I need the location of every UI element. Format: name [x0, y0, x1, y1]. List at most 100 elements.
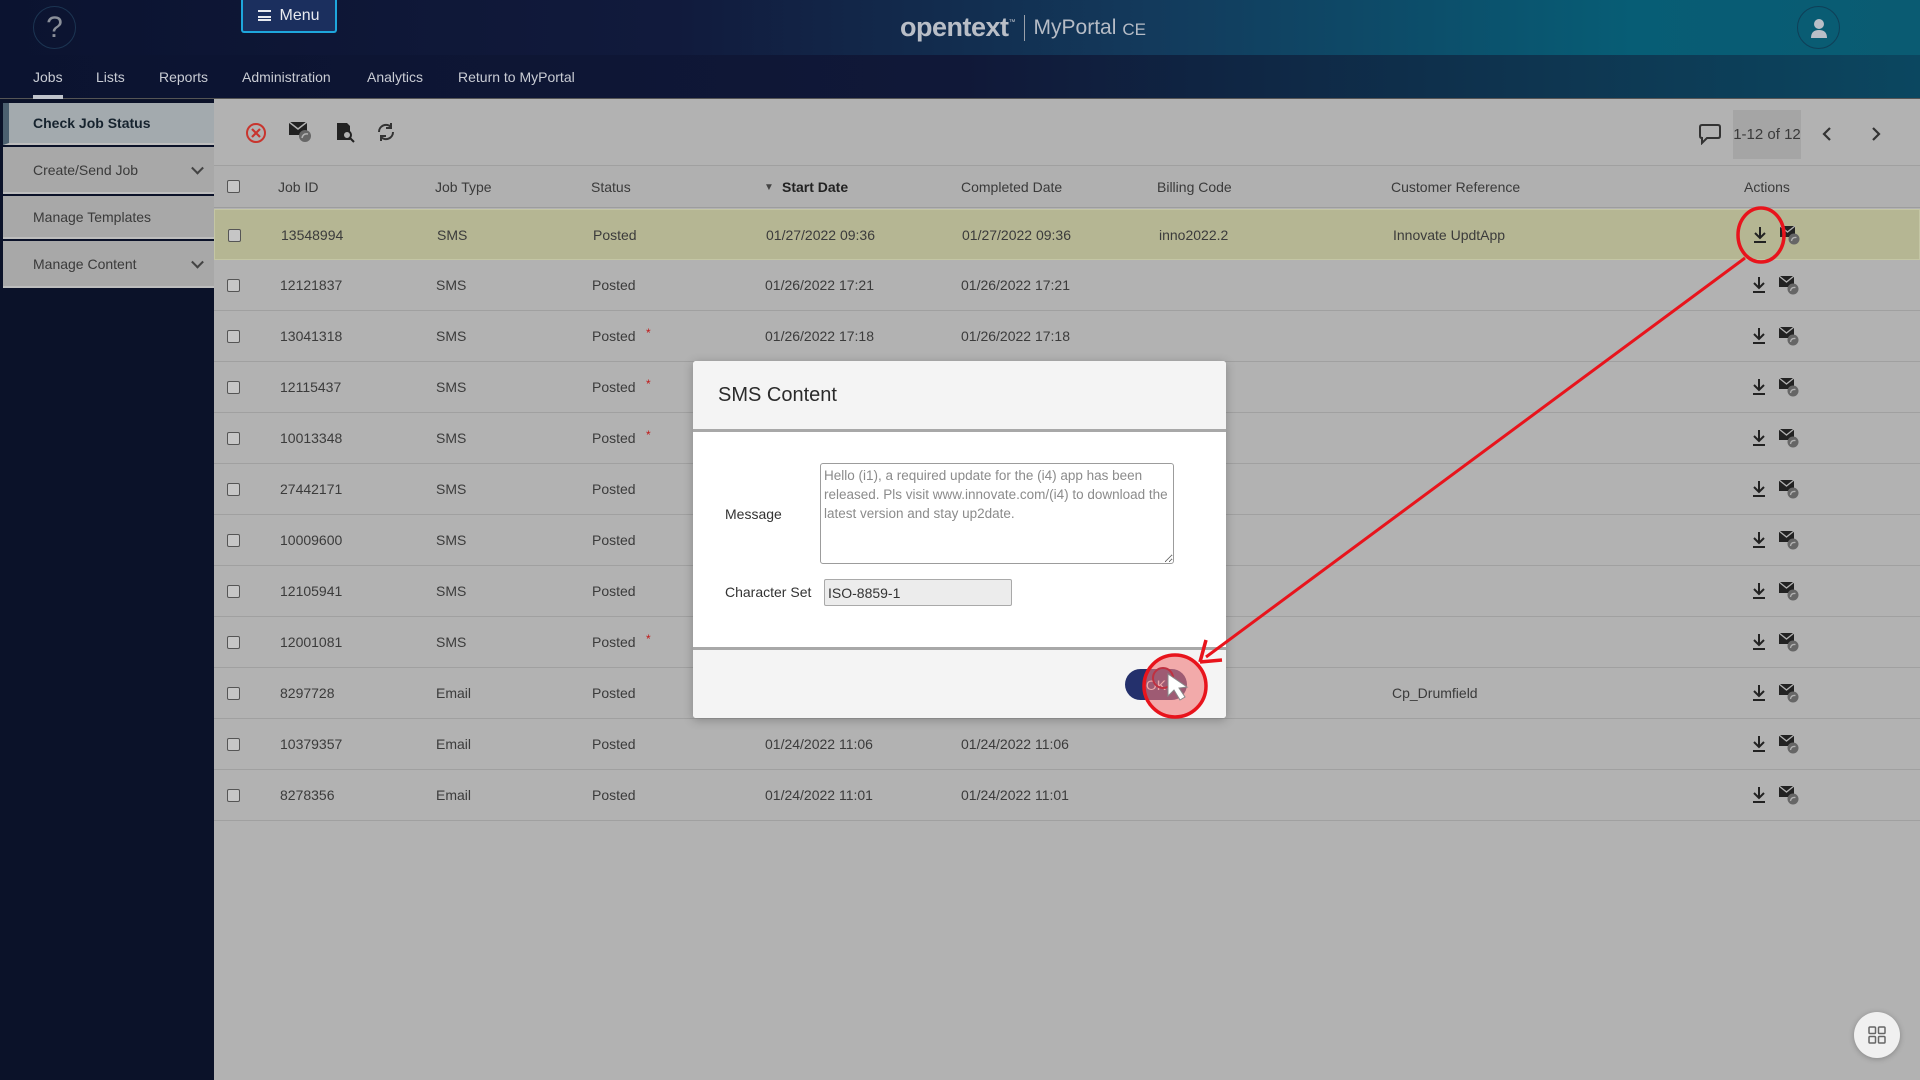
- sidebar-item-check-job-status[interactable]: Check Job Status: [3, 103, 214, 145]
- cell-status: Posted: [592, 277, 636, 293]
- row-checkbox[interactable]: [227, 687, 240, 700]
- table-row[interactable]: 12121837 SMS Posted 01/26/2022 17:21 01/26/2…: [214, 260, 1920, 311]
- nav-analytics[interactable]: Analytics: [367, 69, 423, 85]
- nav-jobs[interactable]: Jobs: [33, 69, 63, 85]
- column-header-status[interactable]: Status: [591, 179, 631, 195]
- comment-button[interactable]: [1697, 121, 1723, 147]
- download-icon: [1753, 532, 1765, 548]
- resend-message-button[interactable]: [1778, 579, 1800, 603]
- download-button[interactable]: [1748, 375, 1770, 399]
- table-row[interactable]: 8278356 Email Posted 01/24/2022 11:01 01/24/…: [214, 770, 1920, 821]
- download-button[interactable]: [1748, 528, 1770, 552]
- table-row[interactable]: 10379357 Email Posted 01/24/2022 11:06 01/24…: [214, 719, 1920, 770]
- resend-message-button[interactable]: [1778, 783, 1800, 807]
- resend-message-button[interactable]: [1778, 630, 1800, 654]
- chevron-down-icon: [191, 255, 204, 269]
- cell-job-type: Email: [436, 736, 472, 752]
- resend-message-button[interactable]: [1778, 375, 1800, 399]
- table-row[interactable]: 13548994 SMS Posted 01/27/2022 09:36 01/27/2…: [214, 209, 1920, 260]
- column-header-start-date[interactable]: Start Date: [782, 179, 848, 195]
- resend-message-button[interactable]: [1778, 528, 1800, 552]
- resend-email-icon: [288, 121, 311, 142]
- download-button[interactable]: [1748, 681, 1770, 705]
- download-button[interactable]: [1749, 223, 1771, 247]
- column-header-job-type[interactable]: Job Type: [435, 179, 492, 195]
- table-row[interactable]: 13041318 SMS Posted * 01/26/2022 17:18 01/26/…: [214, 311, 1920, 362]
- comment-icon: [1699, 124, 1721, 145]
- nav-reports[interactable]: Reports: [159, 69, 208, 85]
- preview-document-button[interactable]: [332, 119, 358, 145]
- nav-lists[interactable]: Lists: [96, 69, 125, 85]
- resend-message-button[interactable]: [1778, 324, 1800, 348]
- character-set-field[interactable]: [824, 579, 1012, 606]
- cell-status: Posted: [592, 481, 636, 497]
- sidebar-item-create-send-job[interactable]: Create/Send Job: [3, 147, 214, 194]
- row-checkbox[interactable]: [227, 279, 240, 292]
- download-icon: [1753, 481, 1765, 497]
- download-button[interactable]: [1748, 324, 1770, 348]
- menu-label: Menu: [279, 6, 320, 24]
- resend-message-button[interactable]: [1778, 273, 1800, 297]
- row-checkbox[interactable]: [227, 789, 240, 802]
- resend-message-button[interactable]: [1778, 732, 1800, 756]
- sidebar-item-manage-templates[interactable]: Manage Templates: [3, 196, 214, 239]
- menu-button[interactable]: Menu: [241, 0, 337, 33]
- row-checkbox[interactable]: [227, 483, 240, 496]
- resend-email-button[interactable]: [287, 118, 313, 144]
- ok-button[interactable]: OK: [1125, 669, 1187, 700]
- next-page-button[interactable]: [1865, 123, 1887, 145]
- download-button[interactable]: [1748, 426, 1770, 450]
- row-checkbox[interactable]: [227, 738, 240, 751]
- row-checkbox[interactable]: [227, 585, 240, 598]
- message-textarea[interactable]: Hello (i1), a required update for the (i…: [820, 463, 1174, 564]
- cell-status: Posted: [593, 227, 637, 243]
- sidebar-item-manage-content[interactable]: Manage Content: [3, 241, 214, 288]
- row-checkbox[interactable]: [228, 229, 241, 242]
- download-button[interactable]: [1748, 477, 1770, 501]
- previous-page-button[interactable]: [1816, 123, 1838, 145]
- column-header-actions: Actions: [1744, 179, 1790, 195]
- download-icon: [1753, 328, 1765, 344]
- apps-grid-button[interactable]: [1854, 1012, 1900, 1058]
- dialog-footer: OK: [693, 647, 1226, 718]
- cell-completed-date: 01/26/2022 17:21: [961, 277, 1070, 293]
- row-checkbox[interactable]: [227, 636, 240, 649]
- column-header-job-id[interactable]: Job ID: [278, 179, 318, 195]
- cell-job-type: SMS: [436, 430, 467, 446]
- cell-job-type: SMS: [437, 227, 468, 243]
- sidebar-item-label: Check Job Status: [33, 115, 151, 131]
- cell-start-date: 01/26/2022 17:18: [765, 328, 874, 344]
- refresh-icon: [377, 123, 395, 141]
- column-header-customer-reference[interactable]: Customer Reference: [1391, 179, 1520, 195]
- download-button[interactable]: [1748, 732, 1770, 756]
- brand-logo: opentext ™ MyPortal CE: [900, 12, 1146, 43]
- download-button[interactable]: [1748, 273, 1770, 297]
- row-checkbox[interactable]: [227, 534, 240, 547]
- nav-administration[interactable]: Administration: [242, 69, 331, 85]
- download-button[interactable]: [1748, 630, 1770, 654]
- resend-message-button[interactable]: [1778, 426, 1800, 450]
- chevron-left-icon: [1822, 127, 1831, 141]
- row-checkbox[interactable]: [227, 432, 240, 445]
- user-icon: [1810, 18, 1827, 38]
- download-button[interactable]: [1748, 579, 1770, 603]
- row-checkbox[interactable]: [227, 330, 240, 343]
- cancel-job-button[interactable]: [243, 120, 269, 146]
- column-header-completed-date[interactable]: Completed Date: [961, 179, 1062, 195]
- sidebar-item-label: Manage Content: [33, 255, 137, 272]
- download-icon: [1753, 379, 1765, 395]
- resend-message-button[interactable]: [1779, 223, 1801, 247]
- resend-message-button[interactable]: [1778, 477, 1800, 501]
- column-header-billing-code[interactable]: Billing Code: [1157, 179, 1232, 195]
- character-set-label: Character Set: [725, 584, 812, 600]
- download-icon: [1753, 430, 1765, 446]
- download-button[interactable]: [1748, 783, 1770, 807]
- nav-return-to-myportal[interactable]: Return to MyPortal: [458, 69, 575, 85]
- help-button[interactable]: ?: [33, 6, 76, 49]
- resend-message-button[interactable]: [1778, 681, 1800, 705]
- row-checkbox[interactable]: [227, 381, 240, 394]
- cell-job-id: 12121837: [280, 277, 343, 293]
- user-profile-button[interactable]: [1797, 6, 1840, 49]
- refresh-button[interactable]: [373, 119, 399, 145]
- select-all-checkbox[interactable]: [227, 180, 240, 193]
